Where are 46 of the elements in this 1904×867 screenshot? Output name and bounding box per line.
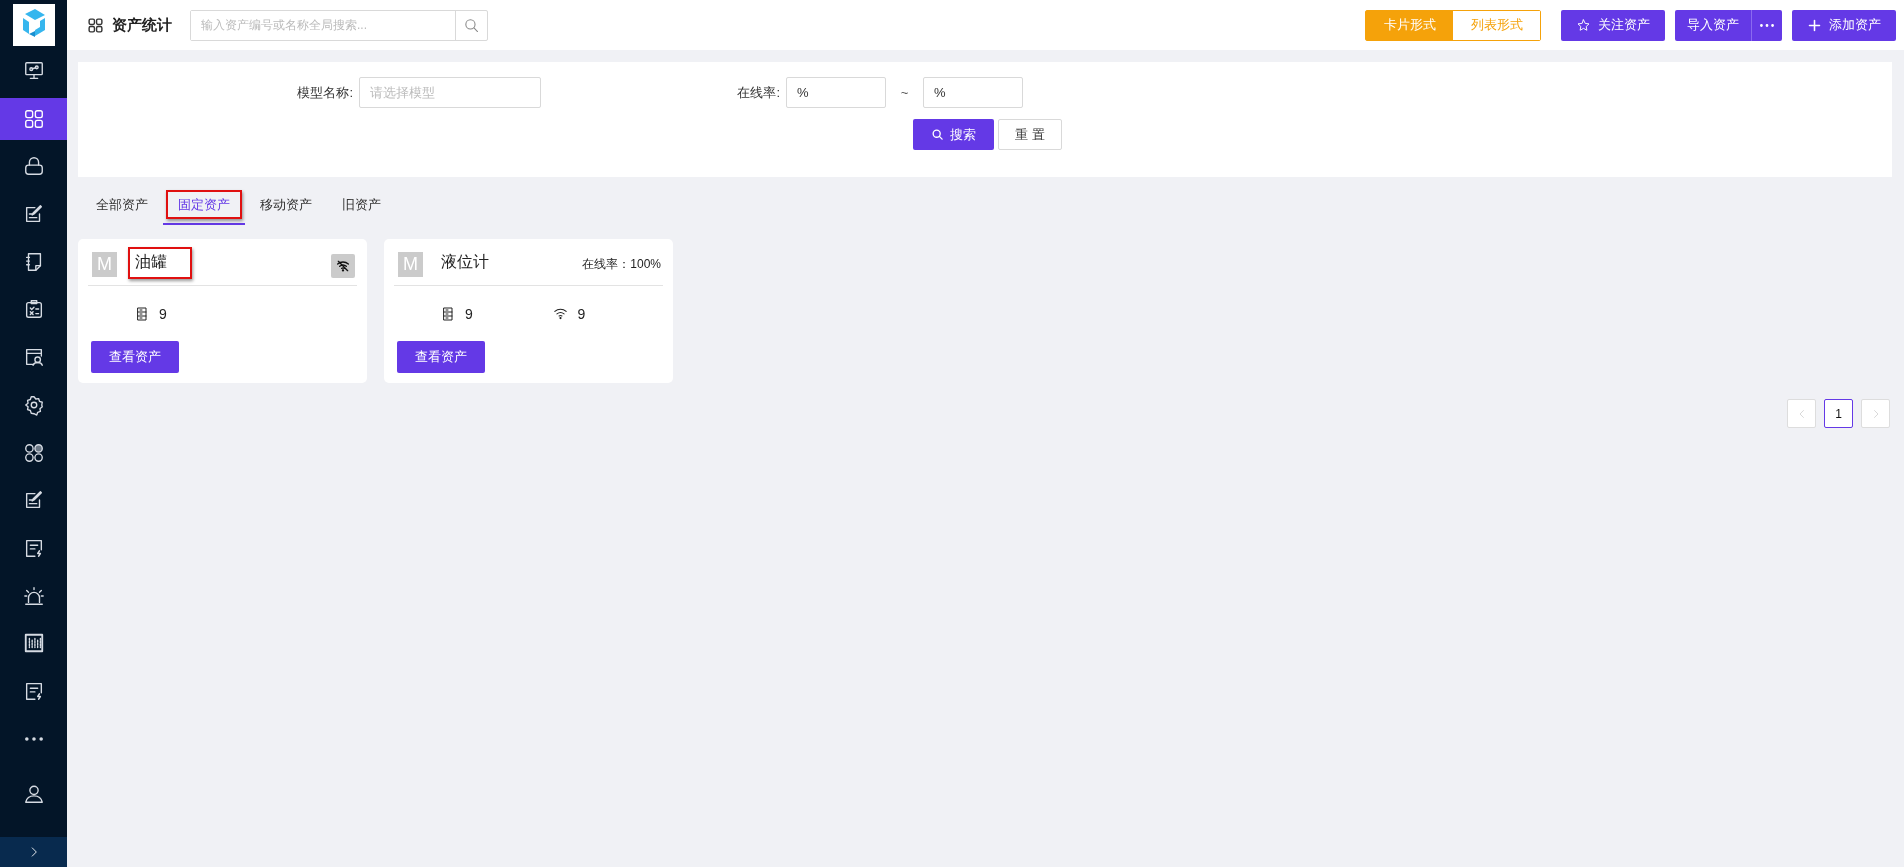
gear-icon xyxy=(22,393,45,416)
online-rate: 在线率：100% xyxy=(582,256,661,273)
sidebar-item[interactable] xyxy=(0,97,67,140)
model-select-field[interactable]: 请选择模型 xyxy=(359,77,541,108)
range-separator: ~ xyxy=(899,85,910,100)
field-label: 在线率: xyxy=(736,83,781,102)
reset-button[interactable]: 重 置 xyxy=(998,119,1062,150)
rate-max-field[interactable]: % xyxy=(923,77,1023,108)
view-assets-button[interactable]: 查看资产 xyxy=(91,341,179,373)
stat-count: 9 xyxy=(577,305,586,322)
rate-min-field[interactable]: % xyxy=(786,77,886,108)
server-icon xyxy=(134,305,150,322)
grid-icon xyxy=(87,16,104,34)
search-icon xyxy=(463,16,480,34)
highlight-frame xyxy=(128,247,192,279)
star-icon xyxy=(1576,17,1591,33)
grid-icon xyxy=(22,107,45,130)
tab[interactable]: 移动资产 xyxy=(245,187,327,225)
tab[interactable]: 固定资产 xyxy=(163,187,245,225)
lock-icon xyxy=(22,155,45,178)
import-button[interactable]: 导入资产 xyxy=(1675,9,1751,41)
search-icon xyxy=(931,128,944,141)
alarm-icon xyxy=(22,584,45,607)
field-label: 模型名称: xyxy=(296,83,354,102)
more-icon xyxy=(24,736,43,741)
page-button[interactable]: 1 xyxy=(1824,399,1853,428)
search-button[interactable]: 搜索 xyxy=(913,119,994,150)
server-icon xyxy=(440,305,456,322)
view-assets-button[interactable]: 查看资产 xyxy=(397,341,485,373)
card-title: 液位计 xyxy=(440,252,490,272)
stat-count: 9 xyxy=(465,305,473,322)
add-button[interactable]: 添加资产 xyxy=(1792,9,1896,41)
page-title: 资产统计 xyxy=(112,15,172,35)
stat-count: 9 xyxy=(159,305,167,322)
circles-icon xyxy=(22,441,45,464)
card-title: 油罐 xyxy=(131,250,171,275)
user-icon xyxy=(22,783,45,806)
monitor-icon xyxy=(22,60,45,82)
more-icon xyxy=(1760,23,1774,27)
logo-icon xyxy=(12,4,55,46)
tab[interactable]: 全部资产 xyxy=(81,187,163,225)
more-button[interactable] xyxy=(1751,9,1782,41)
tab[interactable]: 旧资产 xyxy=(327,187,396,225)
follow-button[interactable]: 关注资产 xyxy=(1561,9,1665,41)
global-search-field[interactable]: 输入资产编号或名称全局搜索... xyxy=(190,9,488,41)
plus-icon xyxy=(1807,17,1822,33)
